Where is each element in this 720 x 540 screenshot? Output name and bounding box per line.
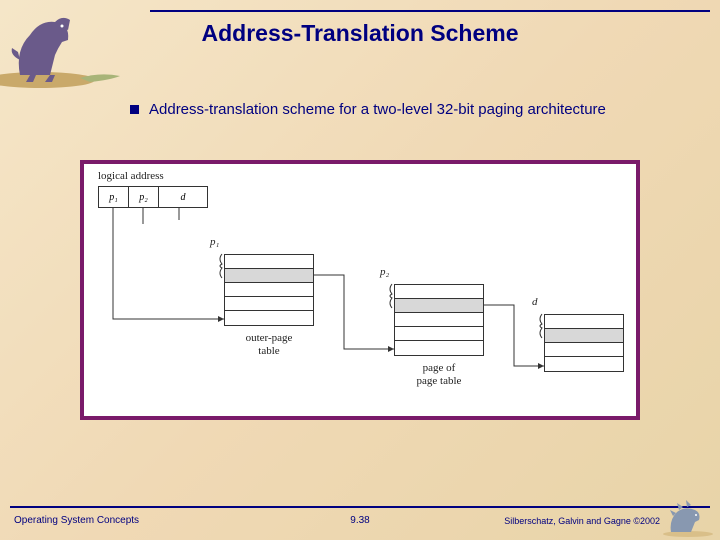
diagram-arrows [84, 164, 636, 416]
bullet-text: Address-translation scheme for a two-lev… [149, 100, 606, 120]
bullet-square-icon [130, 105, 139, 114]
top-rule [150, 10, 710, 12]
slide-title: Address-Translation Scheme [0, 20, 720, 47]
footer-copyright: Silberschatz, Galvin and Gagne ©2002 [504, 516, 660, 526]
footer: Operating System Concepts 9.38 Silbersch… [0, 504, 720, 534]
dinosaur-decoration-right [661, 498, 716, 538]
bullet-item: Address-translation scheme for a two-lev… [130, 100, 680, 120]
footer-rule [10, 506, 710, 508]
diagram-frame: logical address p₁ p₂ d p₁ outer-page ta… [80, 160, 640, 420]
